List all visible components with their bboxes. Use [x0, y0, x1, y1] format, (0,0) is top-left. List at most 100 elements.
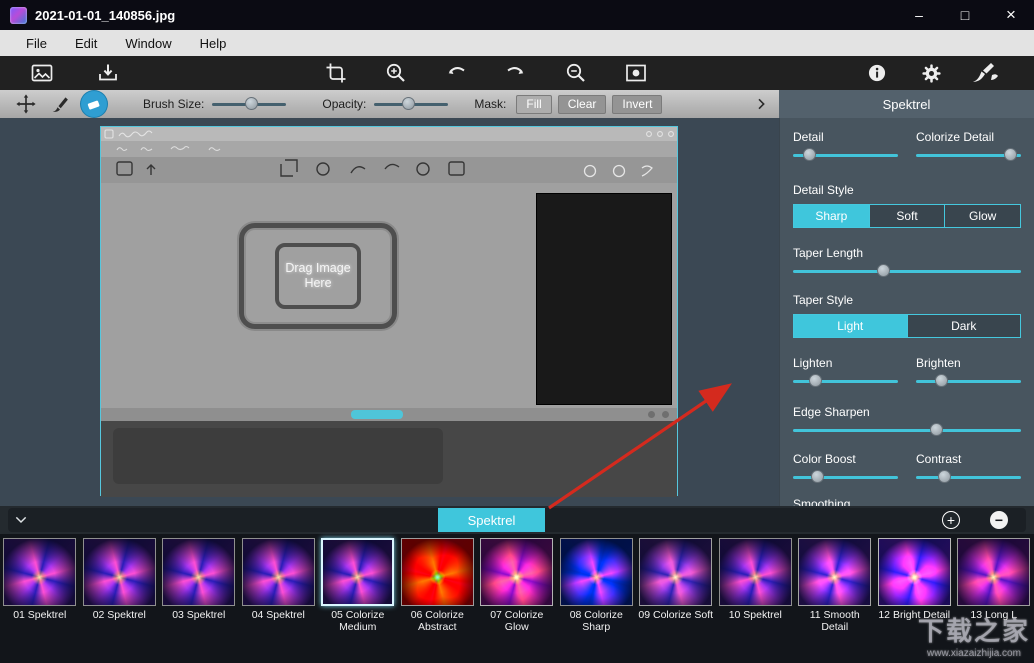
contrast-slider[interactable] — [916, 469, 1021, 485]
remove-preset-button[interactable]: − — [990, 511, 1008, 529]
eraser-tool-button[interactable] — [81, 91, 107, 117]
zoom-out-icon — [564, 61, 588, 85]
move-tool-button[interactable] — [13, 91, 39, 117]
taper-style-dark-button[interactable]: Dark — [908, 315, 1021, 337]
slider-knob[interactable] — [1004, 148, 1017, 161]
preset-thumbnail-09[interactable]: 09 Colorize Soft — [636, 534, 716, 663]
slider-knob[interactable] — [938, 470, 951, 483]
crop-button[interactable] — [321, 58, 351, 88]
preset-thumbnail-08[interactable]: 08 Colorize Sharp — [557, 534, 637, 663]
preset-thumbnail-04[interactable]: 04 Spektrel — [239, 534, 319, 663]
detail-style-glow-button[interactable]: Glow — [945, 205, 1020, 227]
preset-thumbnail-11[interactable]: 11 Smooth Detail — [795, 534, 875, 663]
preset-thumbnail-label: 10 Spektrel — [716, 608, 796, 621]
slider-track — [916, 380, 1021, 383]
slider-knob[interactable] — [245, 97, 258, 110]
preset-thumbnail-06[interactable]: 06 Colorize Abstract — [398, 534, 478, 663]
preview-scrollbar-sketch — [101, 408, 677, 421]
slider-knob[interactable] — [402, 97, 415, 110]
brush-tool-button[interactable] — [47, 91, 73, 117]
undo-button[interactable] — [441, 58, 471, 88]
zoom-out-button[interactable] — [561, 58, 591, 88]
opacity-slider[interactable] — [374, 96, 448, 112]
mask-label: Mask: — [474, 97, 506, 111]
chevron-right-icon[interactable] — [751, 94, 771, 114]
panel-title: Spektrel — [883, 97, 931, 112]
editor-canvas: Drag Image Here — [0, 118, 779, 506]
preset-thumbnail-image — [3, 538, 76, 606]
taper-length-slider[interactable] — [793, 263, 1021, 279]
menu-help[interactable]: Help — [186, 30, 241, 56]
detail-label: Detail — [793, 130, 898, 145]
brush-size-label: Brush Size: — [143, 97, 204, 111]
menu-edit[interactable]: Edit — [61, 30, 111, 56]
tool-options-bar: Brush Size: Opacity: Mask: Fill Clear In… — [0, 90, 779, 118]
preset-thumbnail-02[interactable]: 02 Spektrel — [80, 534, 160, 663]
mask-clear-button[interactable]: Clear — [558, 95, 607, 114]
current-preset-button[interactable]: Spektrel — [438, 508, 545, 532]
preset-thumbnail-03[interactable]: 03 Spektrel — [159, 534, 239, 663]
info-button[interactable] — [862, 58, 892, 88]
preset-thumbnail-image — [83, 538, 156, 606]
preset-thumbnail-01[interactable]: 01 Spektrel — [0, 534, 80, 663]
maximize-button[interactable]: □ — [942, 0, 988, 30]
preset-thumbnail-image — [798, 538, 871, 606]
chevron-down-icon[interactable] — [10, 509, 32, 531]
preset-thumbnail-image — [957, 538, 1030, 606]
menu-file[interactable]: File — [12, 30, 61, 56]
detail-style-soft-button[interactable]: Soft — [870, 205, 946, 227]
preset-thumbnail-label: 12 Bright Detail — [875, 608, 955, 621]
mask-fill-button[interactable]: Fill — [516, 95, 551, 114]
preview-image[interactable]: Drag Image Here — [100, 126, 678, 496]
preset-thumbnail-strip: 01 Spektrel 02 Spektrel 03 Spektrel 04 S… — [0, 534, 1034, 663]
mask-invert-button[interactable]: Invert — [612, 95, 662, 114]
preset-thumbnail-13[interactable]: 13 Long L — [954, 534, 1034, 663]
preset-thumbnail-05-selected[interactable]: 05 Colorize Medium — [318, 534, 398, 663]
opacity-label: Opacity: — [322, 97, 366, 111]
preset-strip: Spektrel + − — [0, 506, 1034, 534]
slider-knob[interactable] — [877, 264, 890, 277]
preview-drop-zone-inner: Drag Image Here — [275, 243, 361, 309]
preset-thumbnail-label: 11 Smooth Detail — [795, 608, 875, 633]
smoothing-label: Smoothing — [793, 497, 1021, 506]
redo-button[interactable] — [501, 58, 531, 88]
slider-knob[interactable] — [811, 470, 824, 483]
lighten-slider[interactable] — [793, 373, 898, 389]
preset-thumbnail-image — [162, 538, 235, 606]
minimize-button[interactable]: – — [896, 0, 942, 30]
menu-bar: File Edit Window Help — [0, 30, 1034, 56]
slider-knob[interactable] — [935, 374, 948, 387]
preset-thumbnail-image — [401, 538, 474, 606]
detail-style-sharp-button[interactable]: Sharp — [794, 205, 870, 227]
preset-thumbnail-10[interactable]: 10 Spektrel — [716, 534, 796, 663]
slider-knob[interactable] — [809, 374, 822, 387]
taper-style-light-button[interactable]: Light — [794, 315, 908, 337]
detail-slider[interactable] — [793, 147, 898, 163]
color-boost-slider[interactable] — [793, 469, 898, 485]
slider-knob[interactable] — [930, 423, 943, 436]
brush-size-slider[interactable] — [212, 96, 286, 112]
preset-thumbnail-label: 08 Colorize Sharp — [557, 608, 637, 633]
close-button[interactable]: × — [988, 0, 1034, 30]
zoom-in-button[interactable] — [381, 58, 411, 88]
add-preset-button[interactable]: + — [942, 511, 960, 529]
contrast-label: Contrast — [916, 452, 1021, 467]
redo-icon — [504, 61, 528, 85]
brighten-slider[interactable] — [916, 373, 1021, 389]
titlebar: 2021-01-01_140856.jpg – □ × — [0, 0, 1034, 30]
edge-sharpen-slider[interactable] — [793, 422, 1021, 438]
preset-thumbnail-label: 06 Colorize Abstract — [398, 608, 478, 633]
preset-thumbnail-image — [242, 538, 315, 606]
preview-scroll-button — [662, 411, 669, 418]
frame-adjust-button[interactable] — [621, 58, 651, 88]
open-image-button[interactable] — [27, 58, 57, 88]
preset-thumbnail-07[interactable]: 07 Colorize Glow — [477, 534, 557, 663]
settings-button[interactable] — [916, 58, 946, 88]
menu-window[interactable]: Window — [111, 30, 185, 56]
slider-knob[interactable] — [803, 148, 816, 161]
brushes-button[interactable] — [966, 58, 1004, 88]
colorize-detail-slider[interactable] — [916, 147, 1021, 163]
preset-thumbnail-12[interactable]: 12 Bright Detail — [875, 534, 955, 663]
save-button[interactable] — [93, 58, 123, 88]
slider-track — [793, 429, 1021, 432]
